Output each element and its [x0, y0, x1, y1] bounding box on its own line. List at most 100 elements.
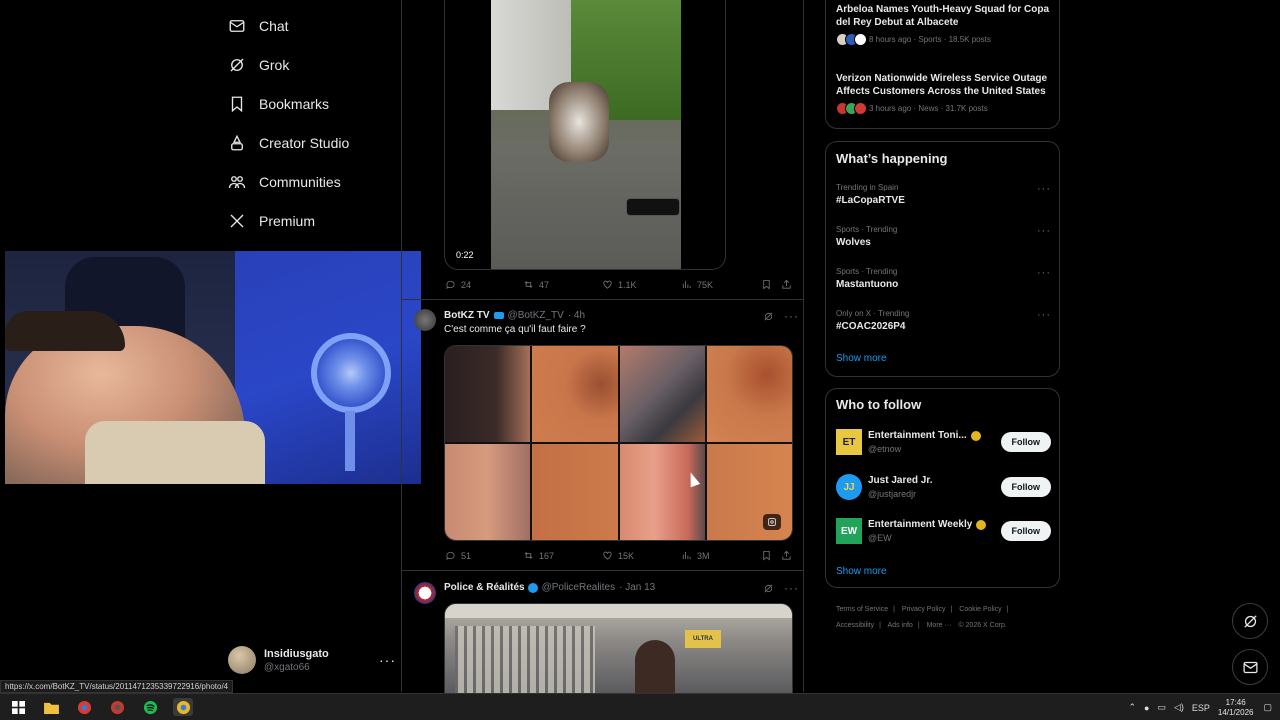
- reply-button[interactable]: 51: [445, 550, 471, 561]
- nav-item-premium[interactable]: Premium: [228, 201, 398, 240]
- follow-button[interactable]: Follow: [1000, 432, 1051, 452]
- trend-item[interactable]: Sports · Trending Mastantuono ···: [836, 267, 1051, 290]
- messages-floating-button[interactable]: [1232, 649, 1268, 685]
- system-clock[interactable]: 17:46 14/1/2026: [1218, 698, 1254, 718]
- author-name[interactable]: BotKZ TV: [444, 310, 490, 321]
- avatar[interactable]: [414, 582, 436, 604]
- author-name[interactable]: Police & Réalités: [444, 582, 525, 593]
- electric-fan: [311, 333, 391, 413]
- creator-studio-icon: [228, 134, 246, 152]
- bookmark-icon: [763, 279, 770, 290]
- nav-item-chat[interactable]: Chat: [228, 6, 398, 45]
- more-icon[interactable]: ···: [1037, 183, 1051, 195]
- footer-link[interactable]: Privacy Policy: [902, 606, 946, 613]
- trend-name: #COAC2026P4: [836, 321, 906, 332]
- repost-button[interactable]: 167: [523, 550, 554, 561]
- network-icon[interactable]: ▭: [1157, 702, 1166, 713]
- nav-item-communities[interactable]: Communities: [228, 162, 398, 201]
- grok-icon[interactable]: [763, 311, 774, 322]
- footer-link[interactable]: Terms of Service: [836, 606, 888, 613]
- reply-icon: [446, 551, 455, 560]
- file-explorer-icon[interactable]: [41, 698, 61, 716]
- section-title: Who to follow: [836, 397, 922, 412]
- footer-link[interactable]: Ads info: [888, 622, 913, 629]
- more-icon[interactable]: ···: [1037, 225, 1051, 237]
- verified-badge-icon: [527, 582, 538, 593]
- like-button[interactable]: 1.1K: [602, 279, 637, 290]
- footer-link[interactable]: More ···: [927, 622, 952, 629]
- keyboard-language[interactable]: ESP: [1192, 703, 1210, 713]
- grok-image-icon[interactable]: [763, 514, 781, 530]
- store-sign-text: ULTRA: [693, 636, 713, 642]
- windows-start-icon[interactable]: [8, 698, 28, 716]
- trend-item[interactable]: Only on X · Trending #COAC2026P4 ···: [836, 309, 1051, 332]
- views-icon: [682, 551, 691, 560]
- nav-item-label: Creator Studio: [259, 134, 350, 151]
- like-button[interactable]: 15K: [602, 550, 634, 561]
- account-switcher[interactable]: Insidiusgato @xgato66 ···: [228, 646, 396, 674]
- share-button[interactable]: [781, 279, 797, 290]
- trend-item[interactable]: Sports · Trending Wolves ···: [836, 225, 1051, 248]
- volume-icon[interactable]: ◁): [1174, 702, 1184, 713]
- microphone-icon[interactable]: ●: [1144, 703, 1149, 713]
- more-icon[interactable]: ···: [784, 581, 799, 595]
- follow-button[interactable]: Follow: [1000, 477, 1051, 497]
- post-image-grid[interactable]: [444, 345, 793, 541]
- repost-button[interactable]: 47: [523, 279, 549, 290]
- video-duration: 0:22: [452, 249, 478, 261]
- more-icon[interactable]: ···: [1037, 309, 1051, 321]
- avatar[interactable]: [414, 309, 436, 331]
- post-video[interactable]: [444, 0, 726, 270]
- grok-floating-button[interactable]: [1232, 603, 1268, 639]
- trend-name: Mastantuono: [836, 279, 899, 290]
- share-icon: [782, 550, 791, 560]
- post-text: C'est comme ça qu'il faut faire ?: [444, 324, 586, 335]
- nav-item-grok[interactable]: Grok: [228, 45, 398, 84]
- views-button[interactable]: 3M: [681, 550, 710, 561]
- nav-item-label: Bookmarks: [259, 95, 330, 112]
- follow-suggestion[interactable]: EW Entertainment Weekly @EW Follow: [836, 514, 1051, 548]
- follow-button[interactable]: Follow: [1000, 521, 1051, 541]
- image-tile: [619, 346, 705, 442]
- post-time[interactable]: · 4h: [568, 310, 585, 321]
- nav-item-bookmarks[interactable]: Bookmarks: [228, 84, 398, 123]
- avatar: JJ: [836, 474, 862, 500]
- spotify-icon[interactable]: [140, 698, 160, 716]
- post-time[interactable]: · Jan 13: [619, 582, 655, 593]
- verified-badge-icon: [976, 519, 987, 530]
- automated-badge-icon: [493, 312, 504, 319]
- news-item[interactable]: Arbeloa Names Youth-Heavy Squad for Copa…: [836, 3, 1051, 46]
- reply-button[interactable]: 24: [445, 279, 471, 290]
- notifications-icon[interactable]: ▢: [1263, 702, 1272, 713]
- bookmark-icon: [228, 95, 246, 113]
- bookmark-button[interactable]: [761, 550, 777, 561]
- chrome-active-icon[interactable]: [173, 698, 193, 716]
- news-item[interactable]: Verizon Nationwide Wireless Service Outa…: [836, 72, 1051, 115]
- footer-link[interactable]: Accessibility: [836, 622, 874, 629]
- share-button[interactable]: [781, 550, 797, 561]
- post-video[interactable]: ULTRA: [444, 603, 793, 695]
- views-button[interactable]: 75K: [681, 279, 713, 290]
- show-more-link[interactable]: Show more: [836, 353, 887, 364]
- author-handle[interactable]: @PoliceRealites: [542, 582, 616, 593]
- more-icon[interactable]: ···: [379, 652, 396, 668]
- post-header-actions: ···: [763, 309, 799, 323]
- author-handle[interactable]: @BotKZ_TV: [508, 310, 564, 321]
- footer-link[interactable]: Cookie Policy: [959, 606, 1001, 613]
- like-count: 15K: [618, 550, 635, 561]
- grok-icon[interactable]: [763, 583, 774, 594]
- image-tile: [445, 346, 531, 442]
- show-more-link[interactable]: Show more: [836, 566, 887, 577]
- nav-item-creator-studio[interactable]: Creator Studio: [228, 123, 398, 162]
- chrome-icon[interactable]: [74, 698, 94, 716]
- follow-suggestion[interactable]: ET Entertainment Toni... @etnow Follow: [836, 425, 1051, 459]
- image-tile: [445, 444, 531, 540]
- avatar: [854, 33, 867, 46]
- trend-item[interactable]: Trending in Spain #LaCopaRTVE ···: [836, 183, 1051, 206]
- more-icon[interactable]: ···: [1037, 267, 1051, 279]
- bookmark-button[interactable]: [761, 279, 777, 290]
- more-icon[interactable]: ···: [784, 309, 799, 323]
- chevron-up-icon[interactable]: ⌃: [1128, 702, 1136, 713]
- follow-suggestion[interactable]: JJ Just Jared Jr. @justjaredjr Follow: [836, 470, 1051, 504]
- chrome-profile-icon[interactable]: [107, 698, 127, 716]
